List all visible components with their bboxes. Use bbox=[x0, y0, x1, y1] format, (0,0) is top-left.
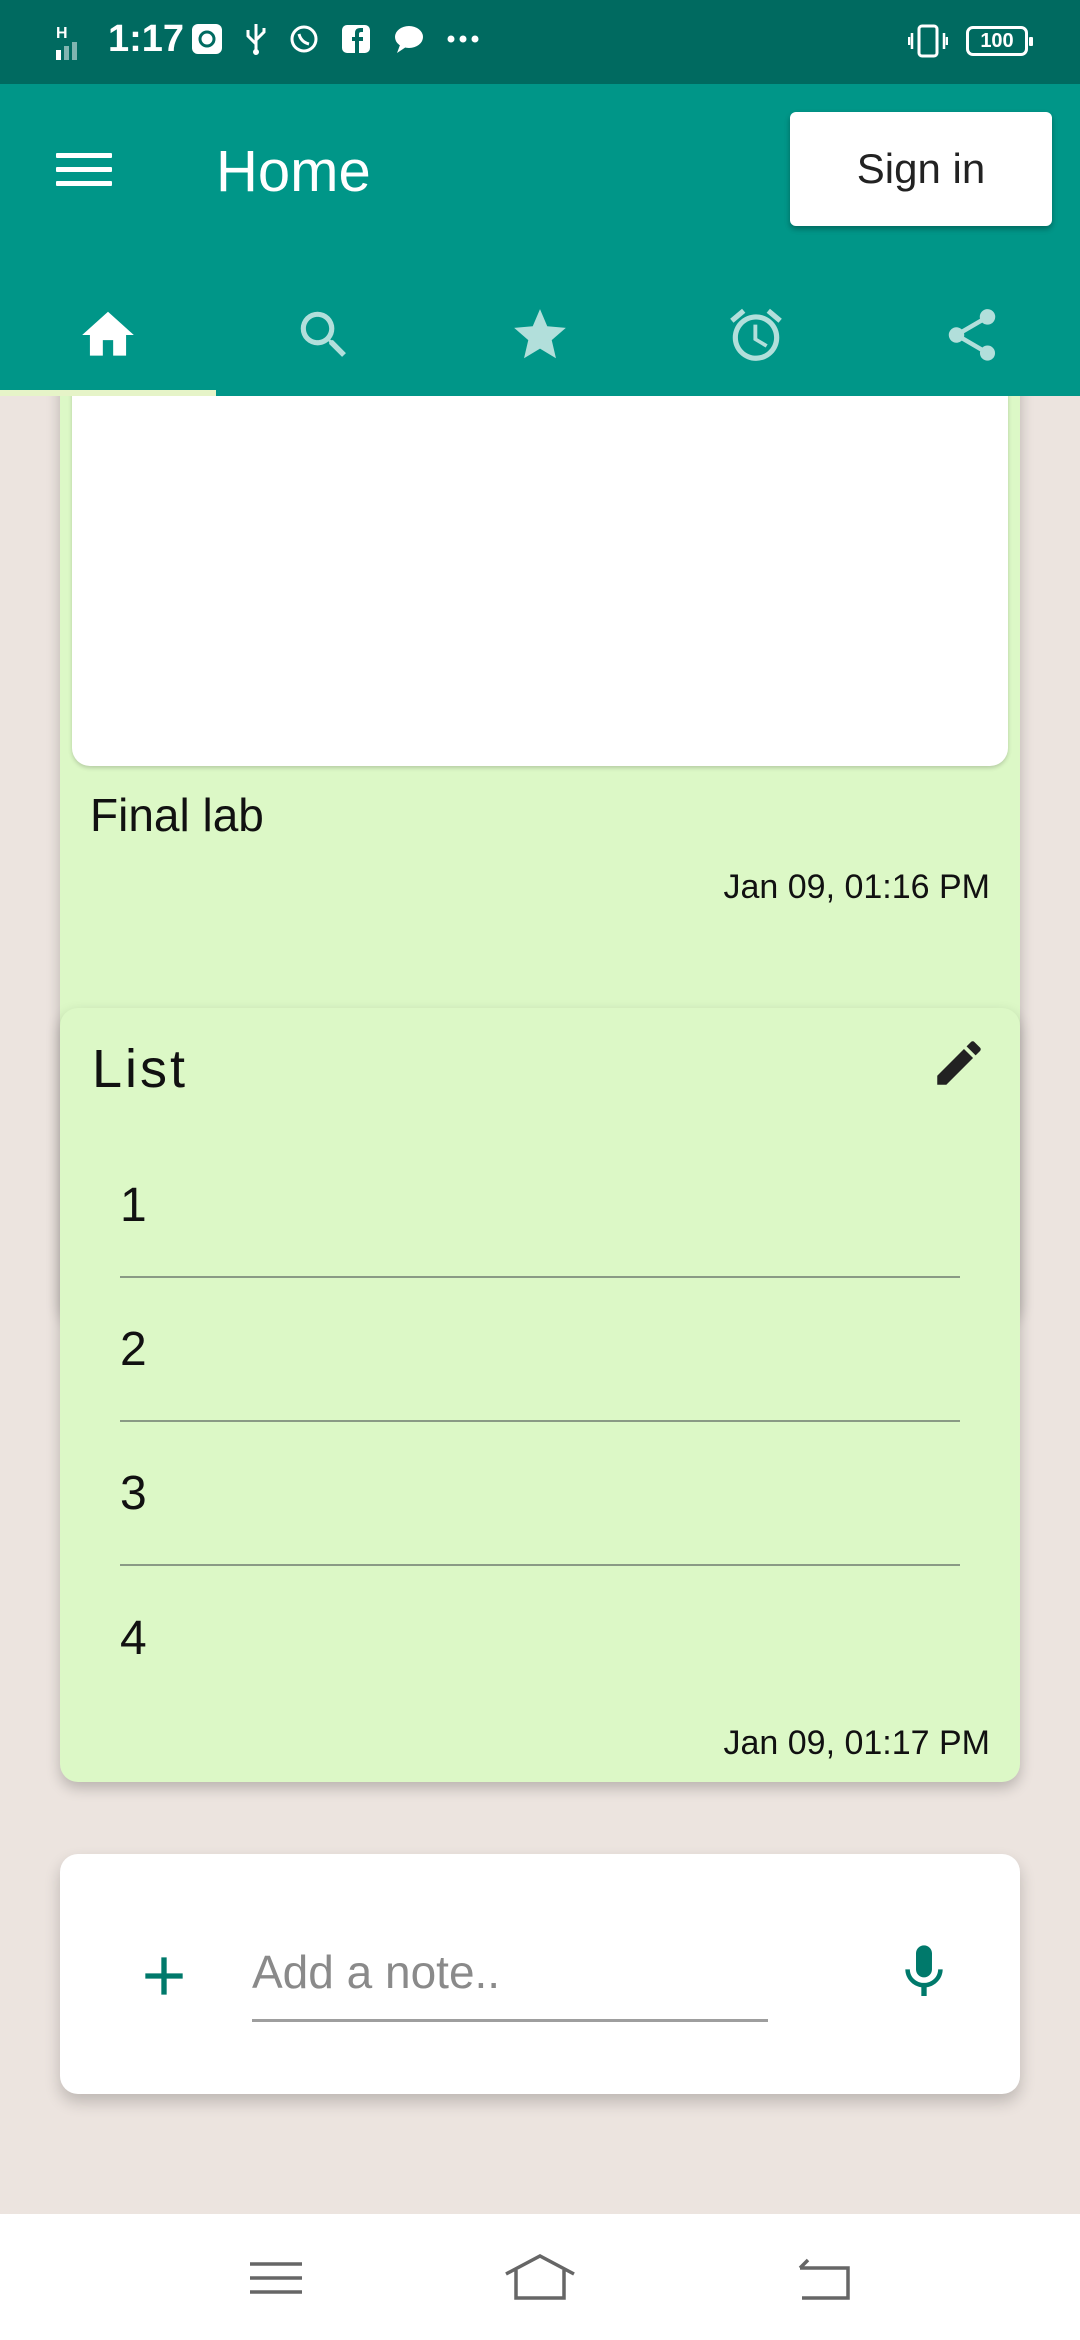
note-composer bbox=[60, 1854, 1020, 2094]
facebook-icon bbox=[342, 25, 370, 53]
edit-button[interactable] bbox=[930, 1034, 988, 1092]
menu-button[interactable] bbox=[52, 144, 116, 208]
usb-settings-icon bbox=[192, 24, 222, 54]
signal-icon: H bbox=[56, 25, 77, 60]
share-icon bbox=[948, 309, 996, 361]
vibrate-icon bbox=[908, 24, 948, 58]
back-icon bbox=[798, 2258, 850, 2300]
list-item: 3 bbox=[120, 1422, 960, 1566]
note-image-preview bbox=[72, 396, 1008, 766]
menu-icon bbox=[56, 153, 112, 158]
microphone-icon bbox=[905, 1945, 943, 1996]
more-icon bbox=[447, 35, 479, 43]
add-note-input[interactable] bbox=[252, 1924, 768, 2022]
status-time: 1:17 bbox=[108, 18, 185, 60]
back-button[interactable] bbox=[780, 2248, 860, 2308]
notes-list: Final lab Jan 09, 01:16 PM List 1 2 3 4 … bbox=[0, 396, 1080, 2214]
tab-search[interactable] bbox=[216, 274, 432, 396]
app-bar: Home Sign in bbox=[0, 84, 1080, 396]
battery-icon: 100 bbox=[966, 26, 1033, 56]
add-note-button[interactable] bbox=[132, 1944, 196, 2008]
star-icon bbox=[514, 309, 566, 359]
alarm-icon bbox=[730, 308, 782, 361]
page-title: Home bbox=[216, 139, 371, 204]
sign-in-button[interactable]: Sign in bbox=[790, 112, 1052, 226]
tab-share[interactable] bbox=[864, 274, 1080, 396]
note-card[interactable]: List 1 2 3 4 Jan 09, 01:17 PM bbox=[60, 1008, 1020, 1782]
tab-home[interactable] bbox=[0, 274, 216, 396]
recent-apps-button[interactable] bbox=[242, 2248, 322, 2308]
tab-reminders[interactable] bbox=[648, 274, 864, 396]
message-icon bbox=[395, 26, 423, 53]
home-icon bbox=[82, 311, 134, 356]
home-nav-button[interactable] bbox=[500, 2248, 580, 2308]
note-timestamp: Jan 09, 01:17 PM bbox=[723, 1724, 990, 1762]
note-title: Final lab bbox=[90, 789, 264, 841]
svg-text:H: H bbox=[56, 25, 68, 42]
tab-favorites[interactable] bbox=[432, 274, 648, 396]
list-item: 4 bbox=[120, 1611, 147, 1665]
system-nav-bar bbox=[0, 2214, 1080, 2340]
recent-apps-icon bbox=[250, 2262, 302, 2294]
pencil-icon bbox=[937, 1041, 981, 1085]
list-item: 1 bbox=[120, 1134, 960, 1278]
status-bar: H 1:17 100 bbox=[0, 0, 1080, 84]
usb-icon bbox=[246, 24, 266, 55]
voice-input-button[interactable] bbox=[892, 1936, 956, 2008]
checklist: 1 2 3 4 bbox=[120, 1134, 960, 1710]
whatsapp-icon bbox=[290, 25, 318, 53]
search-icon bbox=[300, 311, 346, 357]
list-item: 2 bbox=[120, 1278, 960, 1422]
home-nav-icon bbox=[505, 2254, 575, 2300]
note-timestamp: Jan 09, 01:16 PM bbox=[723, 868, 990, 906]
note-title: List bbox=[92, 1039, 189, 1099]
plus-icon bbox=[145, 1957, 183, 1995]
tab-bar bbox=[0, 274, 1080, 396]
